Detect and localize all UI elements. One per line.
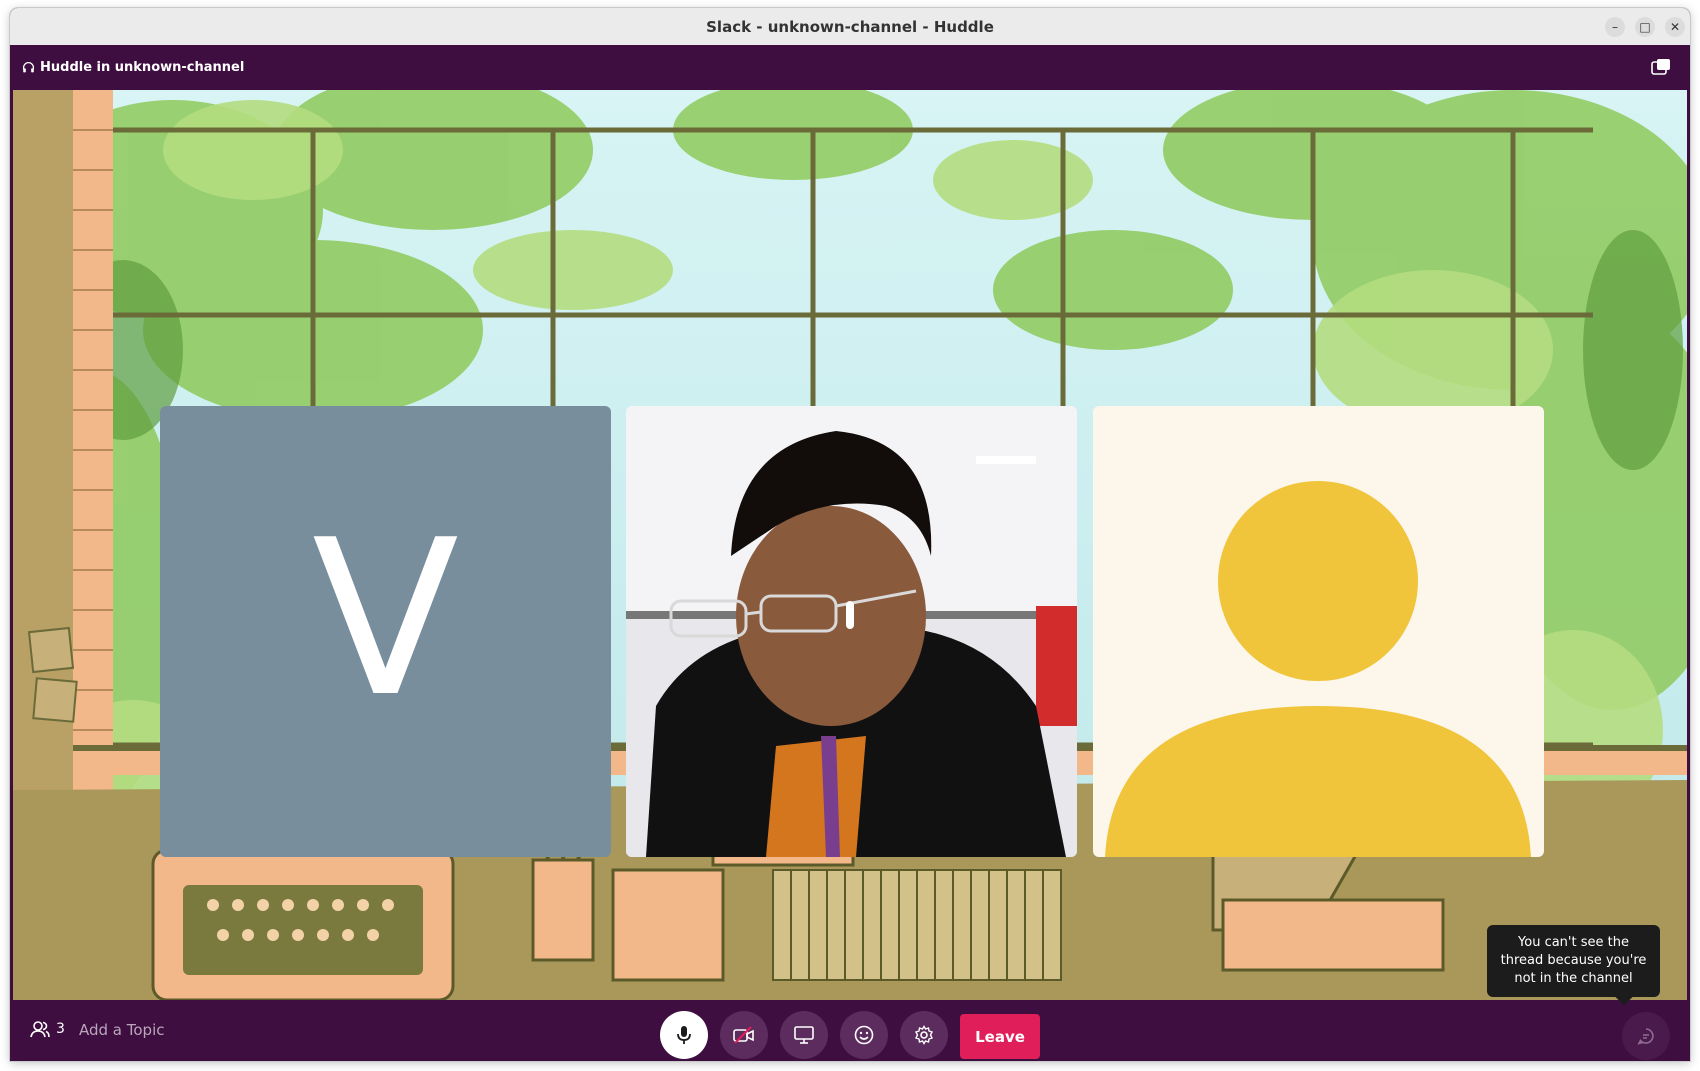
emoji-reaction-button[interactable] [840, 1011, 888, 1059]
microphone-icon [677, 1026, 691, 1044]
microphone-button[interactable] [660, 1011, 708, 1059]
thread-tooltip: You can't see the thread because you're … [1487, 925, 1660, 997]
participant-tile-video[interactable] [626, 406, 1077, 857]
huddle-header: Huddle in unknown-channel [10, 45, 1690, 90]
headphones-icon [22, 62, 35, 73]
screen-share-button[interactable] [780, 1011, 828, 1059]
participant-count: 3 [56, 1021, 65, 1037]
participant-count-button[interactable]: 3 [30, 1020, 65, 1038]
maximize-button[interactable]: □ [1635, 17, 1655, 37]
camera-off-icon [733, 1026, 754, 1044]
participant-initial: V [311, 493, 460, 744]
people-icon [30, 1021, 50, 1038]
huddle-title: Huddle in unknown-channel [22, 60, 244, 75]
huddle-window: Slack - unknown-channel - Huddle – □ ✕ H… [10, 8, 1690, 1061]
settings-gear-icon [915, 1025, 933, 1045]
thread-button[interactable] [1622, 1012, 1670, 1060]
huddle-controls-bar: 3 Add a Topic Leave [10, 1000, 1690, 1061]
leave-button[interactable]: Leave [960, 1014, 1040, 1059]
popout-window-icon[interactable] [1650, 56, 1672, 78]
minimize-button[interactable]: – [1605, 17, 1625, 37]
participant-tile-initial[interactable]: V [160, 406, 611, 857]
huddle-title-text: Huddle in unknown-channel [40, 60, 245, 75]
participant-tile-avatar[interactable] [1093, 406, 1544, 857]
emoji-icon [854, 1025, 874, 1045]
default-avatar-icon [1105, 481, 1531, 857]
screen-share-icon [794, 1026, 814, 1044]
title-bar: Slack - unknown-channel - Huddle – □ ✕ [10, 8, 1690, 46]
thread-icon [1637, 1028, 1654, 1045]
participant-video-feed [626, 406, 1077, 857]
huddle-stage: V [13, 90, 1687, 1000]
settings-button[interactable] [900, 1011, 948, 1059]
video-toggle-button[interactable] [720, 1011, 768, 1059]
window-title: Slack - unknown-channel - Huddle [706, 18, 994, 36]
add-topic-button[interactable]: Add a Topic [79, 1021, 165, 1039]
close-button[interactable]: ✕ [1665, 17, 1685, 37]
